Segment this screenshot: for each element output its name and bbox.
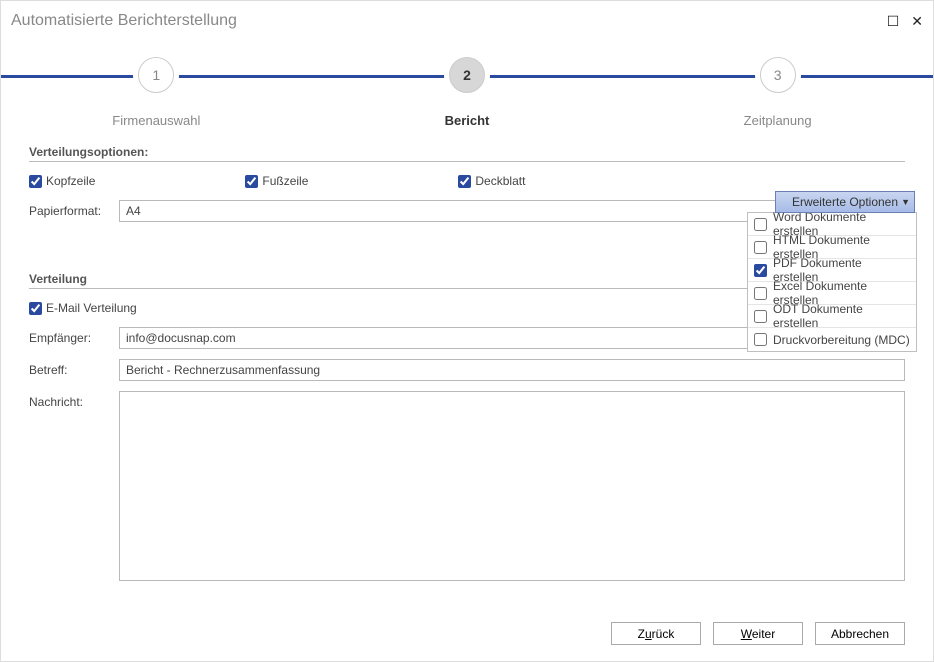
nachricht-textarea[interactable] (119, 391, 905, 581)
checkbox-fusszeile-input[interactable] (245, 175, 258, 188)
dd-check-word[interactable] (754, 218, 767, 231)
checkbox-deckblatt-label: Deckblatt (475, 174, 525, 188)
dd-check-excel[interactable] (754, 287, 767, 300)
close-icon[interactable]: ✕ (911, 14, 923, 28)
dd-check-html[interactable] (754, 241, 767, 254)
dd-item-mdc[interactable]: Druckvorbereitung (MDC) (748, 328, 916, 351)
back-underline: u (645, 627, 652, 641)
papierformat-value: A4 (126, 204, 141, 218)
checkbox-deckblatt[interactable]: Deckblatt (458, 174, 525, 188)
step-2[interactable]: 2 (449, 57, 485, 93)
chevron-down-icon: ▼ (901, 197, 910, 207)
cancel-button[interactable]: Abbrechen (815, 622, 905, 645)
dd-label-mdc: Druckvorbereitung (MDC) (773, 333, 910, 347)
checkbox-deckblatt-input[interactable] (458, 175, 471, 188)
maximize-icon[interactable]: ☐ (887, 14, 900, 28)
section-verteilungsoptionen: Verteilungsoptionen: (29, 145, 905, 162)
next-button[interactable]: Weiter (713, 622, 803, 645)
betreff-input[interactable] (119, 359, 905, 381)
erweiterte-optionen-label: Erweiterte Optionen (792, 195, 898, 209)
stepper: 1 Firmenauswahl 2 Bericht 3 Zeitplanung (1, 45, 933, 135)
dd-check-odt[interactable] (754, 310, 767, 323)
dd-check-pdf[interactable] (754, 264, 767, 277)
step-2-label: Bericht (312, 113, 623, 128)
erweiterte-optionen-menu: Word Dokumente erstellen HTML Dokumente … (747, 212, 917, 352)
empfaenger-label: Empfänger: (29, 331, 111, 345)
checkbox-email-verteilung-input[interactable] (29, 302, 42, 315)
step-1[interactable]: 1 (138, 57, 174, 93)
dd-item-odt[interactable]: ODT Dokumente erstellen (748, 305, 916, 328)
dd-label-odt: ODT Dokumente erstellen (773, 302, 910, 330)
checkbox-fusszeile-label: Fußzeile (262, 174, 308, 188)
betreff-label: Betreff: (29, 363, 111, 377)
back-button[interactable]: Zurück (611, 622, 701, 645)
step-1-label: Firmenauswahl (1, 113, 312, 128)
step-3-label: Zeitplanung (622, 113, 933, 128)
nachricht-label: Nachricht: (29, 391, 111, 409)
checkbox-kopfzeile-input[interactable] (29, 175, 42, 188)
checkbox-fusszeile[interactable]: Fußzeile (245, 174, 308, 188)
step-3[interactable]: 3 (760, 57, 796, 93)
erweiterte-optionen-dropdown[interactable]: Erweiterte Optionen ▼ (775, 191, 915, 213)
checkbox-kopfzeile[interactable]: Kopfzeile (29, 174, 95, 188)
window-title: Automatisierte Berichterstellung (11, 12, 237, 30)
checkbox-kopfzeile-label: Kopfzeile (46, 174, 95, 188)
papierformat-label: Papierformat: (29, 204, 111, 218)
dd-check-mdc[interactable] (754, 333, 767, 346)
checkbox-email-verteilung-label: E-Mail Verteilung (46, 301, 137, 315)
